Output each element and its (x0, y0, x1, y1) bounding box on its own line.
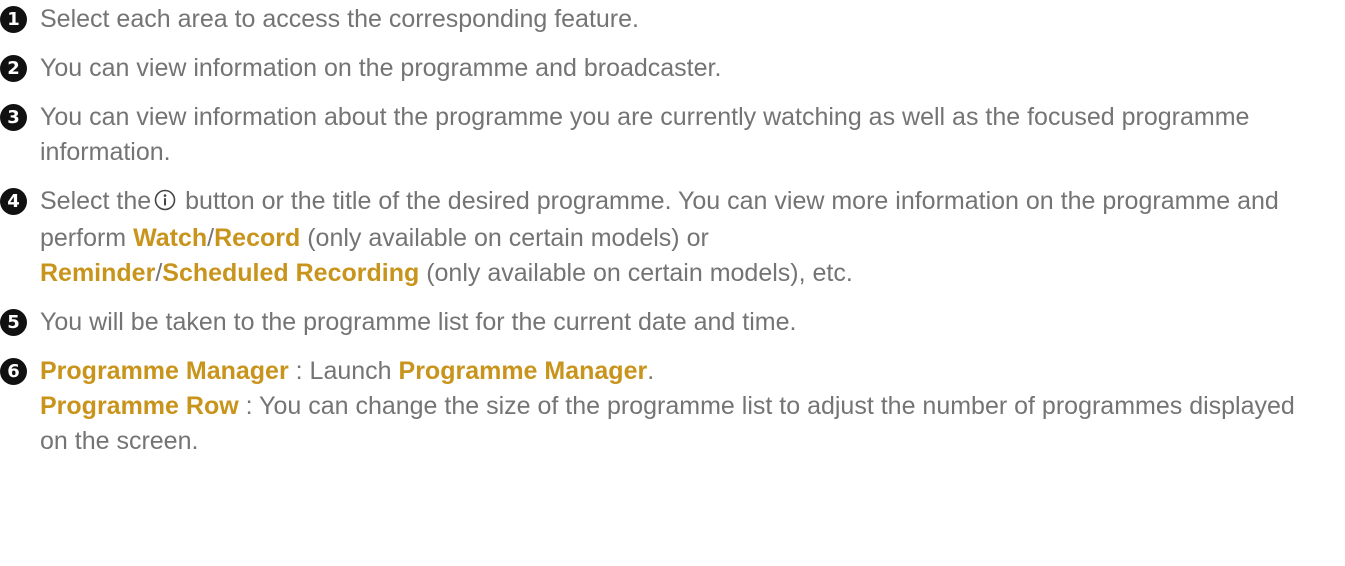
item-2-text: You can view information on the programm… (40, 54, 722, 82)
feature-description-list: 1 Select each area to access the corresp… (0, 2, 1345, 459)
item-6-line-1-middle: : Launch (288, 357, 399, 385)
number-badge-6: 6 (0, 358, 27, 385)
number-badge-2: 2 (0, 55, 27, 82)
list-item-6: 6 Programme Manager : Launch Programme M… (0, 354, 1325, 459)
item-3-text: You can view information about the progr… (40, 103, 1250, 166)
item-1-text: Select each area to access the correspon… (40, 5, 639, 33)
programme-manager-label-2: Programme Manager (398, 357, 648, 385)
item-4-note-1: (only available on certain models) or (307, 224, 709, 252)
item-4-text-before-icon: Select the (40, 187, 152, 215)
list-item-3: 3 You can view information about the pro… (0, 100, 1325, 170)
scheduled-recording-label: Scheduled Recording (162, 259, 420, 287)
item-6-line-1-end: . (647, 357, 655, 385)
list-item-1: 1 Select each area to access the corresp… (0, 2, 1325, 37)
list-item-4: 4 Select the button or the title of the … (0, 184, 1325, 291)
item-4-note-2: (only available on certain models), etc. (426, 259, 853, 287)
reminder-label: Reminder (40, 259, 156, 287)
number-badge-5: 5 (0, 309, 27, 336)
info-circle-icon (154, 186, 176, 221)
number-badge-4: 4 (0, 188, 27, 215)
record-label: Record (214, 224, 301, 252)
programme-row-label: Programme Row (40, 392, 239, 420)
number-badge-1: 1 (0, 6, 27, 33)
list-item-5: 5 You will be taken to the programme lis… (0, 305, 1325, 340)
watch-label: Watch (133, 224, 208, 252)
list-item-2: 2 You can view information on the progra… (0, 51, 1325, 86)
item-5-text: You will be taken to the programme list … (40, 308, 797, 336)
programme-manager-label: Programme Manager (40, 357, 289, 385)
number-badge-3: 3 (0, 104, 27, 131)
